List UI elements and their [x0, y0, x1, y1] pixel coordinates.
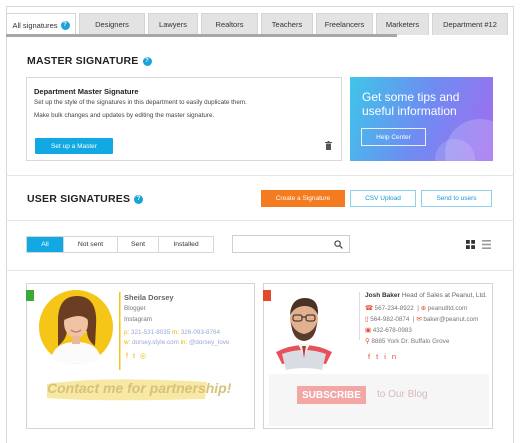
tab-label: Lawyers [159, 20, 187, 29]
sig-contact-row-3: ▣ 432-678-0983 [365, 327, 412, 334]
tab-department-12[interactable]: Department #12 [432, 13, 508, 35]
card-description: Set up the style of the signatures in th… [34, 99, 247, 106]
mobile-icon: ▯ [365, 316, 369, 323]
filter-all[interactable]: All [27, 237, 64, 252]
grid-view-icon[interactable] [466, 240, 475, 249]
tips-line: useful information [362, 104, 457, 118]
filter-not-sent[interactable]: Not sent [64, 237, 118, 252]
tab-teachers[interactable]: Teachers [261, 13, 313, 35]
instagram-icon[interactable]: ◎ [140, 353, 151, 360]
tips-line: Get some tips and [362, 90, 460, 104]
sig-header: Josh Baker Head of Sales at Peanut, Ltd. [365, 292, 487, 299]
create-signature-button[interactable]: Create a Signature [261, 190, 345, 207]
setup-master-button[interactable]: Set up a Master [35, 138, 113, 154]
tips-banner: Get some tips and useful information Hel… [350, 77, 493, 161]
tab-label: Realtors [215, 20, 244, 29]
divider [6, 175, 514, 176]
sig-contact-row-1: ☎ 567-234-8922 | ⊕ peanutltd.com [365, 305, 468, 312]
web-icon: w: [124, 339, 131, 346]
tab-freelancers[interactable]: Freelancers [316, 13, 373, 35]
sig-company: Instagram [124, 316, 152, 323]
search-icon [334, 240, 343, 249]
divider [6, 270, 514, 271]
sig-phone: 567-234-8922 [374, 305, 414, 312]
user-signatures-heading: USER SIGNATURES ? [27, 193, 144, 205]
sig-contact-row-4: ⚲ 8885 York Dr. Buffalo Grove [365, 338, 449, 345]
phone-icon: ☎ [365, 305, 373, 312]
sig-fax: 432-678-0983 [372, 327, 412, 334]
trash-icon[interactable] [325, 141, 332, 150]
department-tabs: All signatures ? Designers Lawyers Realt… [6, 5, 511, 36]
mobile-icon: m: [171, 329, 179, 336]
info-icon[interactable]: ? [134, 194, 144, 204]
twitter-icon[interactable]: t [133, 353, 140, 360]
facebook-icon[interactable]: f [126, 353, 133, 360]
master-signature-heading: MASTER SIGNATURE ? [27, 55, 152, 67]
help-center-button[interactable]: Help Center [361, 128, 426, 146]
sig-name: Sheila Dorsey [124, 293, 174, 302]
list-view-icon[interactable] [482, 240, 491, 249]
sig-phones: p: 321-531-8035 m: 326-093-8764 [124, 329, 220, 336]
social-icons: ftin [368, 352, 402, 361]
red-flag [263, 290, 271, 301]
fax-icon: ▣ [365, 327, 371, 334]
send-to-users-button[interactable]: Send to users [421, 190, 492, 207]
divider [6, 220, 514, 221]
linkedin-icon[interactable]: in [384, 352, 402, 361]
email-icon: ✉ [416, 316, 422, 323]
tips-text: Get some tips and useful information [362, 90, 459, 118]
card-description-2: Make bulk changes and updates by editing… [34, 112, 215, 119]
signature-card-sheila[interactable]: Sheila Dorsey Blogger Instagram p: 321-5… [26, 283, 255, 429]
social-icons: ft◎ [126, 352, 151, 360]
instagram-label-icon: in: [180, 339, 188, 346]
location-icon: ⚲ [365, 338, 370, 345]
signature-card-josh[interactable]: Josh Baker Head of Sales at Peanut, Ltd.… [263, 283, 493, 429]
sig-website: dorsey.style.com [132, 339, 179, 346]
master-signature-card: Department Master Signature Set up the s… [26, 77, 342, 161]
sig-role: Blogger [124, 305, 146, 312]
filter-installed[interactable]: Installed [159, 237, 213, 252]
section-title: MASTER SIGNATURE [27, 55, 139, 67]
filter-sent[interactable]: Sent [118, 237, 159, 252]
subscribe-banner[interactable]: SUBSCRIBE [297, 386, 366, 404]
web-icon: ⊕ [420, 305, 426, 312]
sig-contact-row-2: ▯ 564-982-0874 | ✉ baker@peanut.com [365, 316, 479, 323]
tab-label: Teachers [271, 20, 303, 29]
tab-all-signatures[interactable]: All signatures ? [6, 13, 76, 36]
tabs-scrollbar[interactable] [6, 34, 397, 37]
tab-marketers[interactable]: Marketers [376, 13, 429, 35]
tab-realtors[interactable]: Realtors [201, 13, 258, 35]
tab-label: Freelancers [324, 20, 365, 29]
tab-label: Marketers [385, 20, 420, 29]
sig-handle: @dorsey_love [189, 339, 230, 346]
phone-icon: p: [124, 329, 130, 336]
tab-lawyers[interactable]: Lawyers [148, 13, 198, 35]
sig-website: peanutltd.com [427, 305, 468, 312]
section-title: USER SIGNATURES [27, 193, 131, 205]
csv-upload-button[interactable]: CSV Upload [350, 190, 416, 207]
tab-label: Department #12 [443, 20, 497, 29]
green-flag [26, 290, 34, 301]
search-input[interactable] [232, 235, 350, 253]
blog-text: to Our Blog [377, 389, 428, 400]
tab-label: Designers [95, 20, 129, 29]
sig-phone: 321-531-8035 [131, 329, 171, 336]
sig-mobile: 326-093-8764 [180, 329, 220, 336]
sig-mobile: 564-982-0874 [370, 316, 410, 323]
sig-name: Josh Baker [365, 292, 401, 299]
tab-label: All signatures [12, 20, 58, 30]
card-title: Department Master Signature [34, 87, 139, 96]
help-icon[interactable]: ? [60, 20, 70, 30]
info-icon[interactable]: ? [142, 56, 152, 66]
facebook-icon[interactable]: f [368, 352, 376, 361]
sig-email: baker@peanut.com [423, 316, 479, 323]
twitter-icon[interactable]: t [376, 352, 384, 361]
tab-designers[interactable]: Designers [79, 13, 145, 35]
sig-links: w: dorsey.style.com in: @dorsey_love [124, 339, 229, 346]
sig-address: 8885 York Dr. Buffalo Grove [371, 338, 450, 345]
status-filter: All Not sent Sent Installed [26, 236, 214, 253]
sig-banner[interactable]: Contact me for partnership! [47, 380, 231, 396]
sig-title: Head of Sales at Peanut, Ltd. [401, 292, 487, 299]
